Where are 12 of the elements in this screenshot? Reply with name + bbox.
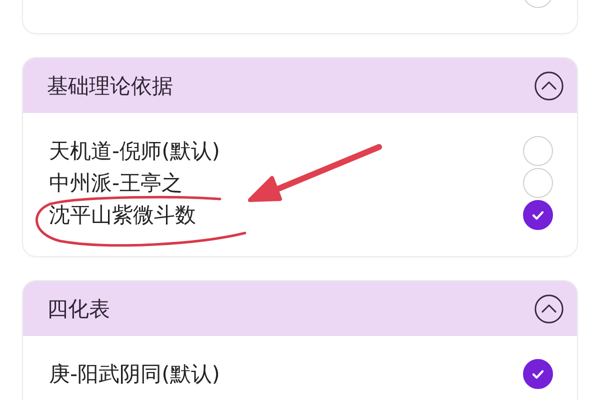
collapse-icon[interactable] [534,70,564,100]
option-label[interactable]: 沈平山紫微斗数 [49,201,196,229]
section-header[interactable]: 四化表 [23,281,577,336]
section-header[interactable]: 基础理论依据 [23,58,577,113]
section-title: 四化表 [47,296,110,322]
option-label[interactable]: 中州派-王亭之 [49,169,183,197]
section-title: 基础理论依据 [47,72,173,100]
option-label[interactable]: 天机道-倪师(默认) [49,137,220,165]
collapse-icon[interactable] [534,294,564,324]
radio-button[interactable] [523,200,553,230]
option-label[interactable]: 庚-阳武阴同(默认) [49,360,220,388]
radio-button[interactable] [523,359,553,389]
